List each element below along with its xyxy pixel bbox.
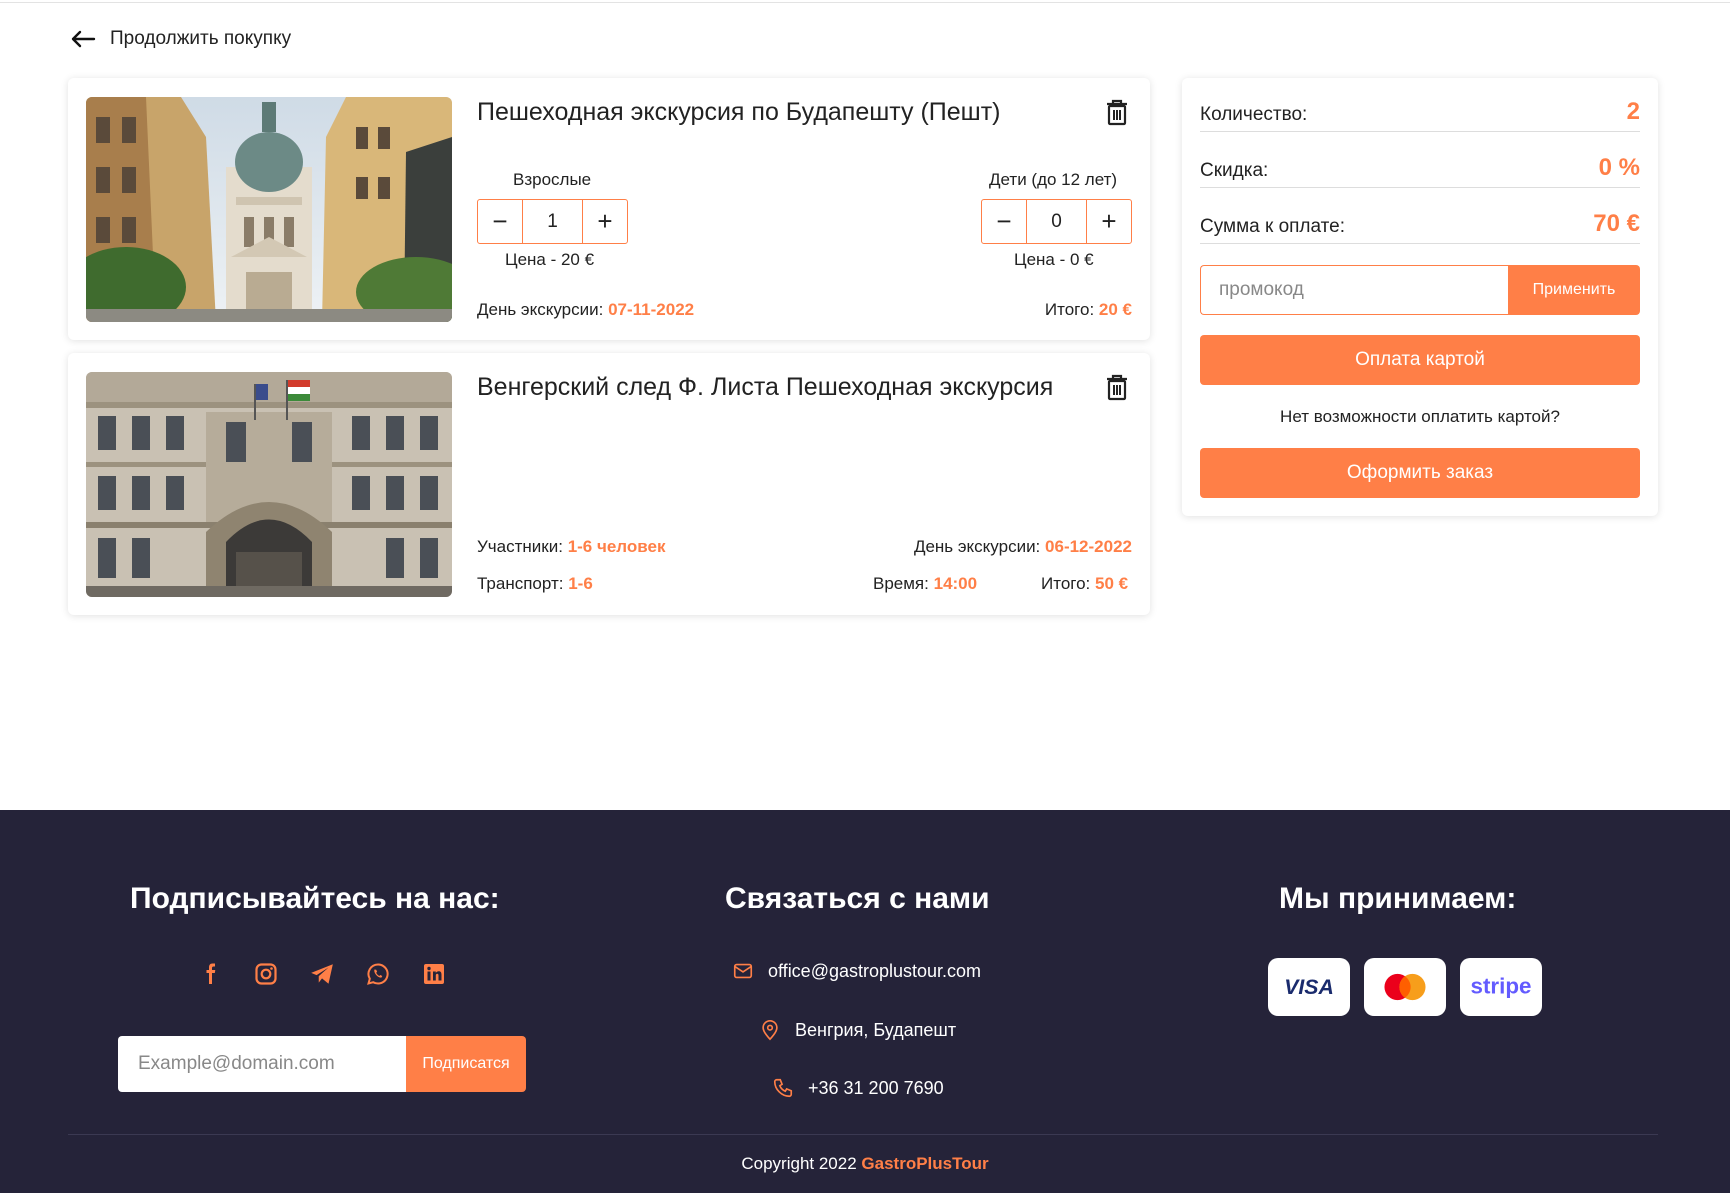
pay-by-card-button[interactable]: Оплата картой <box>1200 335 1640 385</box>
children-label: Дети (до 12 лет) <box>989 170 1118 189</box>
contact-email-text: office@gastroplustour.com <box>768 960 982 981</box>
item-total: Итого: 20 € <box>1045 300 1132 320</box>
participants: Участники: 1-6 человек <box>477 537 665 557</box>
adults-stepper: − 1 + <box>477 199 628 244</box>
participants-label: Участники: <box>477 537 563 556</box>
excursion-day-value: 06-12-2022 <box>1045 537 1132 556</box>
trash-icon[interactable] <box>1104 373 1130 401</box>
children-price: Цена - 0 € <box>1014 250 1094 269</box>
children-count[interactable]: 0 <box>1026 200 1087 243</box>
copyright: Copyright 2022 GastroPlusTour <box>0 1154 1730 1174</box>
contact-phone[interactable]: +36 31 200 7690 <box>772 1077 944 1099</box>
excursion-day: День экскурсии: 07-11-2022 <box>477 300 694 320</box>
transport-value: 1-6 <box>568 574 593 593</box>
continue-shopping-label: Продолжить покупку <box>110 28 292 49</box>
minus-button[interactable]: − <box>478 200 522 243</box>
footer-divider <box>68 1134 1658 1135</box>
footer: Подписывайтесь на нас: Подписатся Связат… <box>0 810 1730 1193</box>
order-summary: Количество: 2 Скидка: 0 % Сумма к оплате… <box>1182 78 1658 516</box>
contact-heading: Связаться с нами <box>725 882 990 915</box>
promo-code-input[interactable] <box>1200 265 1508 315</box>
quantity-label: Количество: <box>1200 104 1308 125</box>
place-order-button[interactable]: Оформить заказ <box>1200 448 1640 498</box>
tour-photo-basilica <box>86 97 452 322</box>
cart-item: Пешеходная экскурсия по Будапешту (Пешт)… <box>68 78 1150 340</box>
plus-button[interactable]: + <box>1087 200 1131 243</box>
instagram-icon[interactable] <box>252 960 280 988</box>
participants-value: 1-6 человек <box>567 537 666 556</box>
item-total-value: 50 € <box>1095 574 1129 593</box>
item-total-value: 20 € <box>1098 300 1132 319</box>
contact-phone-text: +36 31 200 7690 <box>808 1077 944 1098</box>
arrow-left-icon <box>71 30 96 48</box>
accept-heading: Мы принимаем: <box>1279 882 1517 915</box>
no-card-text: Нет возможности оплатить картой? <box>1280 407 1560 426</box>
plus-button[interactable]: + <box>583 200 627 243</box>
discount-row: Скидка: 0 % <box>1200 154 1640 188</box>
subscribe-button[interactable]: Подписатся <box>406 1036 526 1092</box>
sum-value: 70 € <box>1593 210 1640 237</box>
quantity-row: Количество: 2 <box>1200 98 1640 132</box>
transport-label: Транспорт: <box>477 574 564 593</box>
adults-price: Цена - 20 € <box>505 250 595 269</box>
visa-logo: VISA <box>1268 958 1350 1016</box>
children-stepper: − 0 + <box>981 199 1132 244</box>
excursion-day-label: День экскурсии: <box>477 300 604 319</box>
continue-shopping-link[interactable]: Продолжить покупку <box>70 28 291 50</box>
excursion-day-label: День экскурсии: <box>913 537 1041 556</box>
apply-promo-button[interactable]: Применить <box>1508 265 1640 315</box>
svg-text:stripe: stripe <box>1471 974 1532 999</box>
stripe-logo: stripe <box>1460 958 1542 1016</box>
contact-email[interactable]: office@gastroplustour.com <box>732 960 981 982</box>
subscribe-heading: Подписывайтесь на нас: <box>130 882 500 915</box>
mail-icon <box>733 963 753 979</box>
brand-link[interactable]: GastroPlusTour <box>861 1154 988 1173</box>
facebook-icon[interactable] <box>196 960 224 988</box>
item-total-label: Итого: <box>1044 300 1095 319</box>
sum-row: Сумма к оплате: 70 € <box>1200 210 1640 244</box>
cart-item: Венгерский след Ф. Листа Пешеходная экск… <box>68 353 1150 615</box>
sum-label: Сумма к оплате: <box>1200 216 1345 237</box>
time-value: 14:00 <box>933 574 978 593</box>
time-label: Время: <box>873 574 929 593</box>
telegram-icon[interactable] <box>308 960 336 988</box>
quantity-value: 2 <box>1626 98 1640 125</box>
location-pin-icon <box>762 1020 778 1041</box>
social-links <box>196 960 448 988</box>
svg-text:VISA: VISA <box>1284 975 1334 999</box>
mastercard-logo <box>1364 958 1446 1016</box>
copyright-text: Copyright 2022 <box>741 1154 857 1173</box>
tour-title[interactable]: Пешеходная экскурсия по Будапешту (Пешт) <box>477 98 1001 127</box>
top-border <box>0 0 1730 3</box>
discount-value: 0 % <box>1598 154 1640 181</box>
excursion-day: День экскурсии: 06-12-2022 <box>914 537 1132 557</box>
phone-icon <box>773 1078 793 1098</box>
linkedin-icon[interactable] <box>420 960 448 988</box>
discount-label: Скидка: <box>1200 160 1269 181</box>
trash-icon[interactable] <box>1104 98 1130 126</box>
adults-count[interactable]: 1 <box>522 200 583 243</box>
item-total: Итого: 50 € <box>1041 574 1128 594</box>
tour-photo-building <box>86 372 452 597</box>
whatsapp-icon[interactable] <box>364 960 392 988</box>
adults-label: Взрослые <box>513 170 592 189</box>
excursion-day-value: 07-11-2022 <box>608 300 695 319</box>
transport: Транспорт: 1-6 <box>477 574 593 594</box>
contact-address: Венгрия, Будапешт <box>759 1019 956 1041</box>
subscribe-form: Подписатся <box>118 1036 526 1092</box>
item-total-label: Итого: <box>1041 574 1091 593</box>
payment-methods: VISA stripe <box>1268 958 1542 1016</box>
time: Время: 14:00 <box>873 574 977 594</box>
subscribe-email-input[interactable] <box>118 1036 406 1092</box>
minus-button[interactable]: − <box>982 200 1026 243</box>
tour-title[interactable]: Венгерский след Ф. Листа Пешеходная экск… <box>477 373 1053 402</box>
contact-address-text: Венгрия, Будапешт <box>795 1019 957 1040</box>
promo-form: Применить <box>1200 265 1640 315</box>
